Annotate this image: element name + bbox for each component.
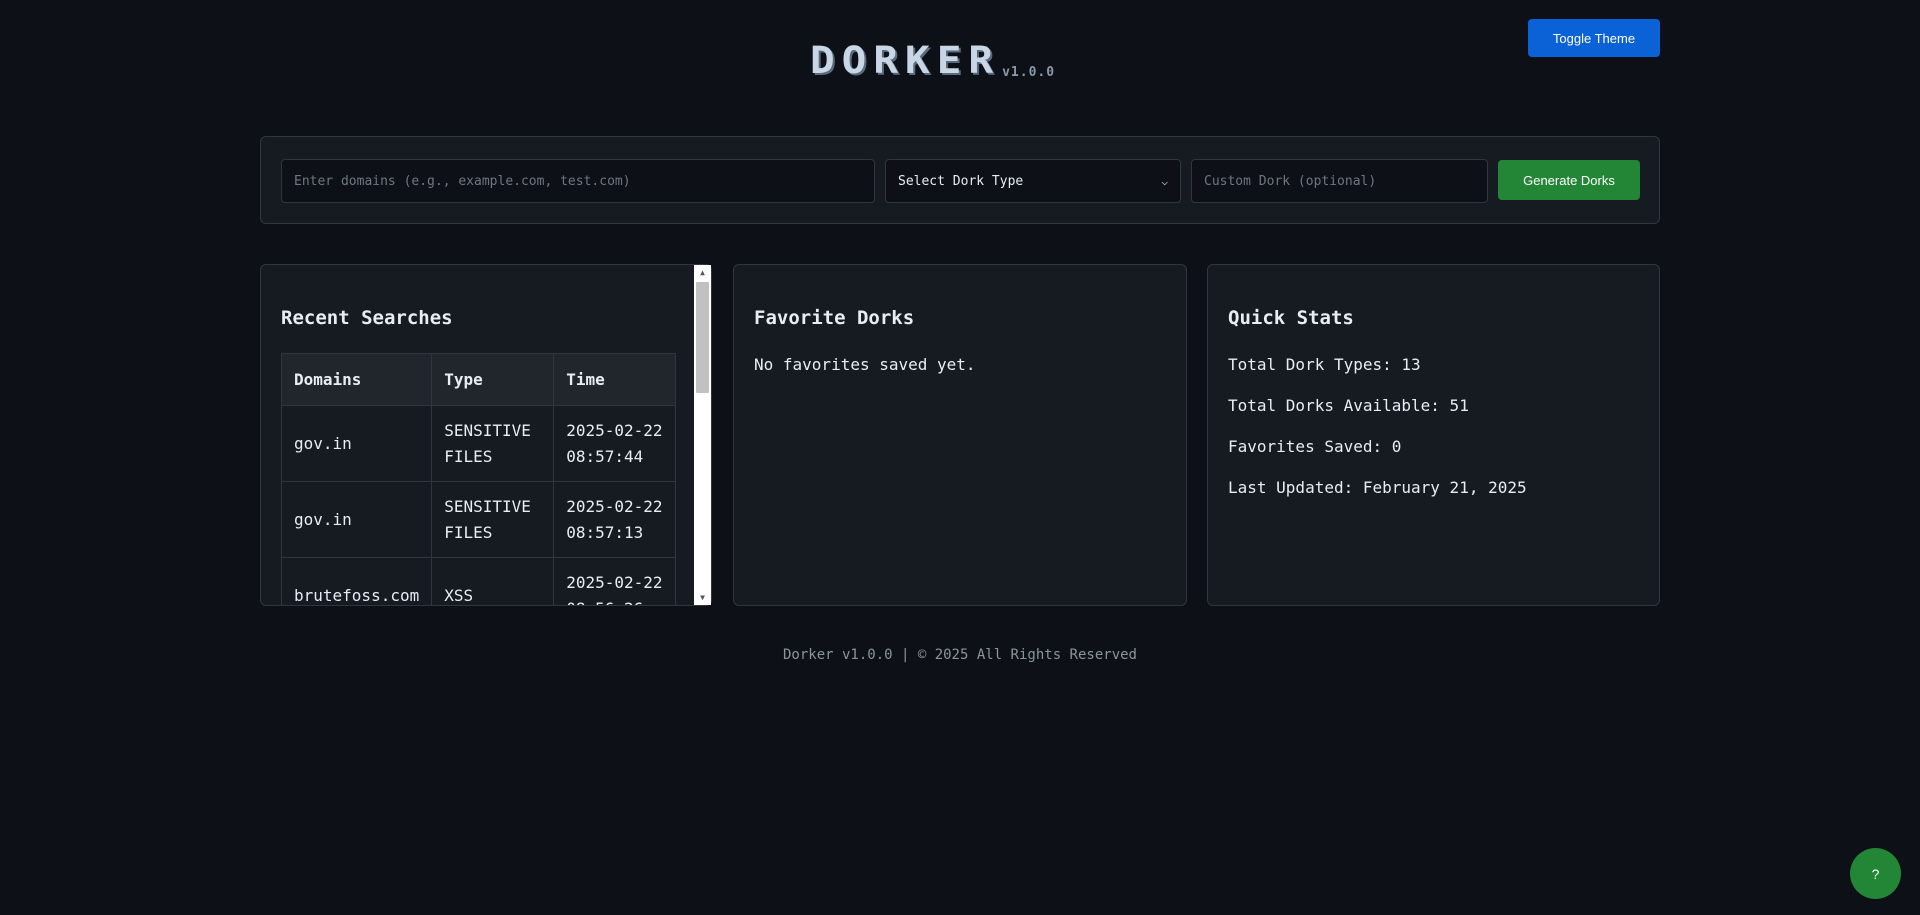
row-type: SENSITIVE FILES	[431, 481, 555, 558]
recent-searches-table: Domains Type Time gov.in SENSITIVE FILES…	[280, 353, 676, 605]
stat-last-updated: Last Updated: February 21, 2025	[1228, 478, 1527, 497]
scroll-thumb[interactable]	[696, 282, 709, 393]
favorite-dorks-title: Favorite Dorks	[754, 307, 915, 329]
table-row: gov.in SENSITIVE FILES 2025-02-22 08:57:…	[280, 405, 676, 482]
toggle-theme-button[interactable]: Toggle Theme	[1528, 19, 1660, 57]
dork-type-selected: Select Dork Type	[898, 173, 1024, 189]
column-header-domains: Domains	[280, 353, 433, 406]
table-row: gov.in SENSITIVE FILES 2025-02-22 08:57:…	[280, 481, 676, 558]
stat-total-dork-types: Total Dork Types: 13	[1228, 355, 1421, 374]
column-header-time: Time	[553, 353, 676, 406]
logo: DORKER v1.0.0	[810, 40, 1055, 81]
recent-searches-title: Recent Searches	[281, 307, 453, 329]
arrow-up-icon[interactable]: ▲	[694, 265, 711, 280]
row-domain: gov.in	[280, 481, 433, 558]
footer-text: Dorker v1.0.0 | © 2025 All Rights Reserv…	[782, 647, 1137, 663]
version-label: v1.0.0	[1002, 65, 1056, 80]
generate-dorks-button[interactable]: Generate Dorks	[1498, 160, 1640, 200]
table-header-row: Domains Type Time	[280, 353, 676, 406]
recent-searches-card: Recent Searches Domains Type Time gov.in…	[260, 264, 712, 606]
help-button[interactable]: ?	[1850, 848, 1901, 899]
recent-searches-scrollbar[interactable]: ▲ ▼	[694, 265, 711, 605]
table-row: brutefoss.com XSS 2025-02-22 08:56:26	[280, 557, 676, 605]
row-type: XSS	[431, 557, 555, 605]
row-domain: brutefoss.com	[280, 557, 433, 605]
row-type: SENSITIVE FILES	[431, 405, 555, 482]
row-domain: gov.in	[280, 405, 433, 482]
logo-text: DORKER	[810, 37, 1001, 83]
favorites-empty-text: No favorites saved yet.	[754, 355, 976, 374]
row-time: 2025-02-22 08:57:44	[553, 405, 676, 482]
chevron-down-icon: ⌵	[1161, 174, 1168, 188]
dork-type-select[interactable]: Select Dork Type ⌵	[885, 159, 1181, 203]
quick-stats-title: Quick Stats	[1228, 307, 1354, 329]
domains-input[interactable]: Enter domains (e.g., example.com, test.c…	[281, 159, 875, 203]
custom-dork-input[interactable]: Custom Dork (optional)	[1191, 159, 1488, 203]
arrow-down-icon[interactable]: ▼	[694, 590, 711, 605]
row-time: 2025-02-22 08:57:13	[553, 481, 676, 558]
quick-stats-card: Quick Stats Total Dork Types: 13 Total D…	[1207, 264, 1660, 606]
stat-total-dorks-available: Total Dorks Available: 51	[1228, 396, 1469, 415]
favorite-dorks-card: Favorite Dorks No favorites saved yet.	[733, 264, 1187, 606]
stat-favorites-saved: Favorites Saved: 0	[1228, 437, 1402, 456]
column-header-type: Type	[431, 353, 555, 406]
row-time: 2025-02-22 08:56:26	[553, 557, 676, 605]
search-panel: Enter domains (e.g., example.com, test.c…	[260, 136, 1660, 224]
